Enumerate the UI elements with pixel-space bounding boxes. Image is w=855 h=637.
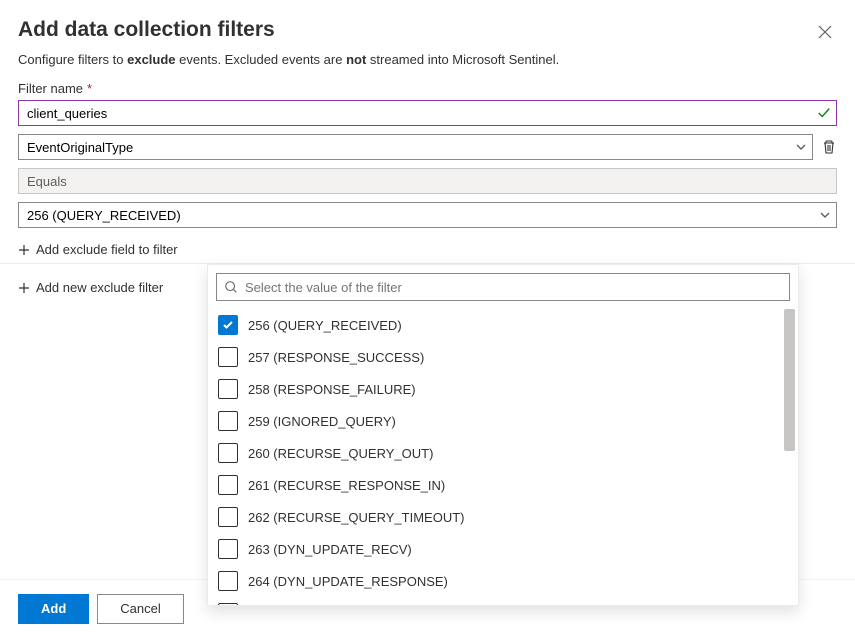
checkbox[interactable] bbox=[218, 507, 238, 527]
desc-bold2: not bbox=[346, 52, 366, 67]
desc-prefix: Configure filters to bbox=[18, 52, 127, 67]
checkbox[interactable] bbox=[218, 315, 238, 335]
dropdown-option-label: 262 (RECURSE_QUERY_TIMEOUT) bbox=[248, 510, 464, 525]
checkbox[interactable] bbox=[218, 603, 238, 605]
desc-suffix: streamed into Microsoft Sentinel. bbox=[366, 52, 559, 67]
dropdown-option[interactable]: 263 (DYN_UPDATE_RECV) bbox=[216, 533, 790, 565]
close-icon[interactable] bbox=[817, 24, 833, 40]
dropdown-option[interactable]: 262 (RECURSE_QUERY_TIMEOUT) bbox=[216, 501, 790, 533]
dropdown-option[interactable]: 260 (RECURSE_QUERY_OUT) bbox=[216, 437, 790, 469]
checkbox[interactable] bbox=[218, 443, 238, 463]
checkbox[interactable] bbox=[218, 411, 238, 431]
value-select[interactable]: 256 (QUERY_RECEIVED) bbox=[18, 202, 837, 228]
cancel-button[interactable]: Cancel bbox=[97, 594, 183, 624]
plus-icon bbox=[18, 244, 30, 256]
dropdown-option[interactable]: 264 (DYN_UPDATE_RESPONSE) bbox=[216, 565, 790, 597]
dropdown-option-label: 257 (RESPONSE_SUCCESS) bbox=[248, 350, 424, 365]
checkbox[interactable] bbox=[218, 379, 238, 399]
checkbox[interactable] bbox=[218, 347, 238, 367]
checkbox[interactable] bbox=[218, 539, 238, 559]
dropdown-option[interactable]: 261 (RECURSE_RESPONSE_IN) bbox=[216, 469, 790, 501]
dropdown-search-input[interactable] bbox=[216, 273, 790, 301]
dropdown-option-label: 256 (QUERY_RECEIVED) bbox=[248, 318, 402, 333]
filter-name-label: Filter name bbox=[18, 81, 83, 96]
dropdown-list: 256 (QUERY_RECEIVED) 257 (RESPONSE_SUCCES… bbox=[208, 309, 798, 605]
field-select-value: EventOriginalType bbox=[27, 140, 133, 155]
checkbox[interactable] bbox=[218, 571, 238, 591]
dropdown-option[interactable]: 265 (IXFR_REQ_OUT) bbox=[216, 597, 790, 605]
value-select-value: 256 (QUERY_RECEIVED) bbox=[27, 208, 181, 223]
scrollbar-thumb[interactable] bbox=[784, 309, 795, 451]
delete-field-icon[interactable] bbox=[821, 139, 837, 155]
description-text: Configure filters to exclude events. Exc… bbox=[0, 52, 855, 81]
search-icon bbox=[224, 280, 238, 294]
add-new-exclude-filter-label: Add new exclude filter bbox=[36, 280, 163, 295]
field-select[interactable]: EventOriginalType bbox=[18, 134, 813, 160]
operator-select-value: Equals bbox=[27, 174, 67, 189]
dropdown-option[interactable]: 257 (RESPONSE_SUCCESS) bbox=[216, 341, 790, 373]
add-exclude-field-label: Add exclude field to filter bbox=[36, 242, 178, 257]
desc-bold1: exclude bbox=[127, 52, 175, 67]
add-exclude-field-link[interactable]: Add exclude field to filter bbox=[0, 236, 855, 263]
filter-name-input[interactable] bbox=[18, 100, 837, 126]
scrollbar[interactable] bbox=[782, 309, 797, 605]
dropdown-option-label: 261 (RECURSE_RESPONSE_IN) bbox=[248, 478, 445, 493]
dropdown-option-label: 258 (RESPONSE_FAILURE) bbox=[248, 382, 416, 397]
add-button[interactable]: Add bbox=[18, 594, 89, 624]
valid-icon bbox=[817, 106, 831, 120]
dropdown-option-label: 260 (RECURSE_QUERY_OUT) bbox=[248, 446, 433, 461]
value-dropdown-popup: 256 (QUERY_RECEIVED) 257 (RESPONSE_SUCCES… bbox=[207, 264, 799, 606]
dropdown-option[interactable]: 259 (IGNORED_QUERY) bbox=[216, 405, 790, 437]
plus-icon bbox=[18, 282, 30, 294]
dropdown-option[interactable]: 256 (QUERY_RECEIVED) bbox=[216, 309, 790, 341]
desc-mid: events. Excluded events are bbox=[176, 52, 347, 67]
operator-select: Equals bbox=[18, 168, 837, 194]
required-indicator: * bbox=[87, 81, 92, 96]
dropdown-option[interactable]: 258 (RESPONSE_FAILURE) bbox=[216, 373, 790, 405]
panel-title: Add data collection filters bbox=[18, 18, 275, 42]
checkbox[interactable] bbox=[218, 475, 238, 495]
dropdown-option-label: 263 (DYN_UPDATE_RECV) bbox=[248, 542, 412, 557]
dropdown-option-label: 259 (IGNORED_QUERY) bbox=[248, 414, 396, 429]
dropdown-option-label: 264 (DYN_UPDATE_RESPONSE) bbox=[248, 574, 448, 589]
